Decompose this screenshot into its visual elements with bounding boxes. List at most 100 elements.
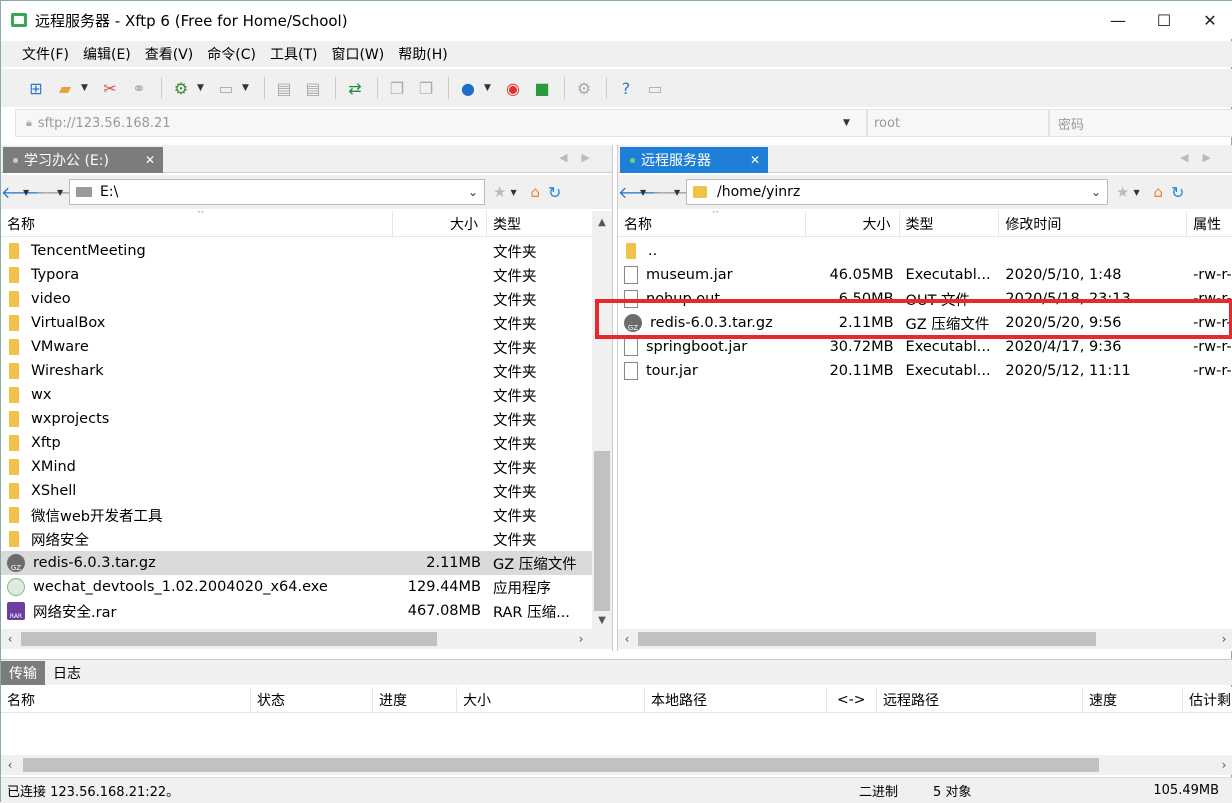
transfer-icon[interactable]: ⇄ xyxy=(342,75,368,101)
maximize-button[interactable]: ☐ xyxy=(1141,1,1187,39)
menu-help[interactable]: 帮助(H) xyxy=(391,44,454,64)
col-direction[interactable]: <-> xyxy=(827,687,877,713)
tab-local-drive[interactable]: 学习办公 (E:) ✕ xyxy=(3,147,163,173)
remote-path-field[interactable]: /home/yinrz ⌄ xyxy=(686,179,1108,205)
tab-transfer[interactable]: 传输 xyxy=(1,660,45,685)
table-row[interactable]: tour.jar 20.11MB Executabl... 2020/5/12, 11… xyxy=(618,359,1232,383)
view-dropdown-icon[interactable]: ▼ xyxy=(242,83,252,93)
col-type[interactable]: 类型 xyxy=(900,211,1000,237)
col-speed[interactable]: 速度 xyxy=(1083,687,1183,713)
globe-icon[interactable]: ● xyxy=(455,75,481,101)
host-input[interactable]: 🔒︎ sftp://123.56.168.21 xyxy=(15,109,867,137)
table-row[interactable]: XMind 文件夹 xyxy=(1,455,593,479)
table-row[interactable]: wx 文件夹 xyxy=(1,383,593,407)
options-gear-icon[interactable]: ⚙ xyxy=(571,75,597,101)
scroll-down-icon[interactable]: ▼ xyxy=(592,611,612,629)
chat-icon[interactable]: ▭ xyxy=(642,75,668,101)
table-row[interactable]: TencentMeeting 文件夹 xyxy=(1,239,593,263)
open-folder-icon[interactable]: ▰ xyxy=(52,75,78,101)
table-row[interactable]: 微信web开发者工具 文件夹 xyxy=(1,503,593,527)
table-row[interactable]: GZ redis-6.0.3.tar.gz 2.11MB GZ 压缩文件 xyxy=(1,551,593,575)
password-input[interactable]: 密码 xyxy=(1049,109,1232,137)
disconnect-icon[interactable]: ✂ xyxy=(97,75,123,101)
table-row[interactable]: nohup.out 6.50MB OUT 文件 2020/5/18, 23:13 -rw… xyxy=(618,287,1232,311)
col-eta[interactable]: 估计剩 xyxy=(1183,687,1232,713)
table-row[interactable]: GZ redis-6.0.3.tar.gz 2.11MB GZ 压缩文件 2020/5/… xyxy=(618,311,1232,335)
col-progress[interactable]: 进度 xyxy=(373,687,457,713)
favorite-dropdown-icon[interactable]: ▼ xyxy=(510,188,522,197)
tab-log[interactable]: 日志 xyxy=(45,661,89,685)
scroll-thumb[interactable] xyxy=(21,632,437,646)
scroll-thumb[interactable] xyxy=(23,758,1099,772)
minimize-button[interactable]: — xyxy=(1095,1,1141,39)
table-row[interactable]: wechat_devtools_1.02.2004020_x64.exe 129.… xyxy=(1,575,593,599)
scroll-thumb[interactable] xyxy=(638,632,1096,646)
table-row[interactable]: .. xyxy=(618,239,1232,263)
close-button[interactable]: ✕ xyxy=(1187,1,1232,39)
refresh-icon[interactable]: ↻ xyxy=(1171,183,1184,202)
xshell-icon[interactable]: ◉ xyxy=(500,75,526,101)
new-session-icon[interactable]: ⊞ xyxy=(23,75,49,101)
favorite-star-icon[interactable]: ★ xyxy=(493,183,506,201)
open-dropdown-icon[interactable]: ▼ xyxy=(81,83,91,93)
menu-window[interactable]: 窗口(W) xyxy=(324,44,391,64)
forward-arrow-icon[interactable]: 🡒 xyxy=(35,182,78,202)
transfer-mode[interactable]: 二进制 xyxy=(859,781,898,800)
local-path-field[interactable]: E:\ ⌄ xyxy=(69,179,485,205)
favorite-star-icon[interactable]: ★ xyxy=(1116,183,1129,201)
col-remote-path[interactable]: 远程路径 xyxy=(877,687,1083,713)
properties-dropdown-icon[interactable]: ▼ xyxy=(197,83,207,93)
session-properties-icon[interactable]: ⚙ xyxy=(168,75,194,101)
forward-dropdown-icon[interactable]: ▼ xyxy=(674,188,686,197)
col-size[interactable]: 大小 xyxy=(457,687,645,713)
reconnect-icon[interactable]: ⚭ xyxy=(126,75,152,101)
scroll-left-icon[interactable]: ‹ xyxy=(1,755,19,775)
copy-icon[interactable]: ❐ xyxy=(384,75,410,101)
menu-tools[interactable]: 工具(T) xyxy=(263,44,324,64)
local-horizontal-scrollbar[interactable]: ‹ › xyxy=(1,629,612,649)
transfer-horizontal-scrollbar[interactable]: ‹ › xyxy=(1,755,1232,775)
col-modified[interactable]: 修改时间 xyxy=(999,211,1188,237)
table-row[interactable]: RAR 网络安全.rar 467.08MB RAR 压缩... xyxy=(1,599,593,623)
col-name[interactable]: 名称 ^ xyxy=(618,211,806,237)
home-icon[interactable]: ⌂ xyxy=(530,183,540,201)
back-dropdown-icon[interactable]: ▼ xyxy=(23,188,35,197)
menu-command[interactable]: 命令(C) xyxy=(200,44,263,64)
col-size[interactable]: 大小 xyxy=(393,211,487,237)
local-vertical-scrollbar[interactable]: ▲ ▼ xyxy=(592,211,612,629)
col-name[interactable]: 名称 xyxy=(1,687,251,713)
forward-arrow-icon[interactable]: 🡒 xyxy=(652,182,695,202)
host-dropdown-icon[interactable]: ▼ xyxy=(843,118,861,128)
tab-scroll-arrows-icon[interactable]: ◀▶ xyxy=(1180,151,1225,164)
refresh-icon[interactable]: ↻ xyxy=(548,183,561,202)
table-row[interactable]: Typora 文件夹 xyxy=(1,263,593,287)
table-row[interactable]: Xftp 文件夹 xyxy=(1,431,593,455)
menu-view[interactable]: 查看(V) xyxy=(138,44,201,64)
table-row[interactable]: XShell 文件夹 xyxy=(1,479,593,503)
xftp-icon[interactable]: ■ xyxy=(529,75,555,101)
upload-icon[interactable]: ▤ xyxy=(271,75,297,101)
favorite-dropdown-icon[interactable]: ▼ xyxy=(1133,188,1145,197)
path-dropdown-icon[interactable]: ⌄ xyxy=(1091,185,1101,199)
scroll-left-icon[interactable]: ‹ xyxy=(1,629,19,649)
forward-dropdown-icon[interactable]: ▼ xyxy=(57,188,69,197)
scroll-right-icon[interactable]: › xyxy=(572,629,590,649)
help-icon[interactable]: ? xyxy=(613,75,639,101)
scroll-right-icon[interactable]: › xyxy=(1215,629,1232,649)
table-row[interactable]: museum.jar 46.05MB Executabl... 2020/5/10, … xyxy=(618,263,1232,287)
globe-dropdown-icon[interactable]: ▼ xyxy=(484,83,494,93)
table-row[interactable]: video 文件夹 xyxy=(1,287,593,311)
table-row[interactable]: wxprojects 文件夹 xyxy=(1,407,593,431)
back-dropdown-icon[interactable]: ▼ xyxy=(640,188,652,197)
col-size[interactable]: 大小 xyxy=(806,211,900,237)
col-attributes[interactable]: 属性 xyxy=(1187,211,1232,237)
view-icon[interactable]: ▭ xyxy=(213,75,239,101)
table-row[interactable]: VirtualBox 文件夹 xyxy=(1,311,593,335)
col-name[interactable]: 名称 ^ xyxy=(1,211,393,237)
scroll-thumb[interactable] xyxy=(594,451,610,611)
username-input[interactable]: root xyxy=(867,109,1049,137)
remote-horizontal-scrollbar[interactable]: ‹ › xyxy=(618,629,1232,649)
tab-remote-server[interactable]: 远程服务器 ✕ xyxy=(620,147,768,173)
scroll-up-icon[interactable]: ▲ xyxy=(592,213,612,231)
menu-file[interactable]: 文件(F) xyxy=(15,44,76,64)
